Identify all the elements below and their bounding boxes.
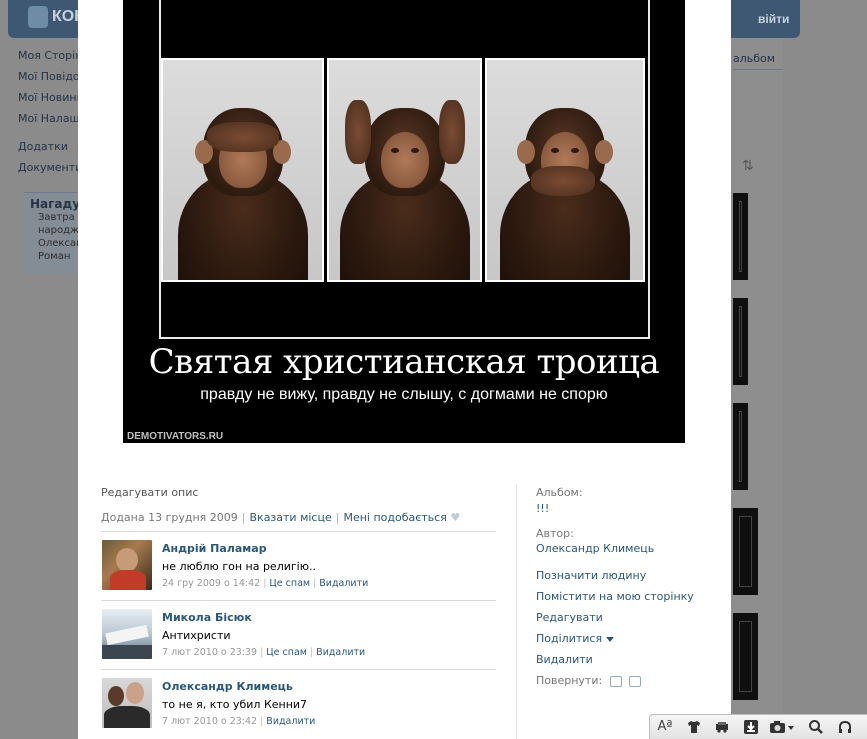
comment-item: Андрій Паламар не люблю гон на религію..… xyxy=(101,540,496,600)
put-on-my-page-link[interactable]: Помістити на мою сторінку xyxy=(536,590,694,603)
sort-arrows-icon[interactable]: ⇅ xyxy=(742,158,754,174)
reminder-title: Нагадування xyxy=(30,197,78,211)
share-label: Поділитися xyxy=(536,632,603,645)
avatar[interactable] xyxy=(102,540,152,590)
comment-item: Микола Бісюк Антихристи 7 лют 2010 о 23:… xyxy=(101,609,496,669)
tag-person-link[interactable]: Позначити людину xyxy=(536,569,646,582)
report-spam-link[interactable]: Це спам xyxy=(269,578,310,589)
author-link[interactable]: Олександр Климець xyxy=(536,542,716,555)
chimp-panel-speak-no-evil xyxy=(485,58,645,282)
shirt-icon[interactable] xyxy=(686,719,702,735)
album-thumbnail[interactable] xyxy=(731,613,758,700)
comment-meta: 24 гру 2009 о 14:42 | Це спам | Видалити xyxy=(162,578,369,589)
album-thumbnail[interactable] xyxy=(731,193,748,280)
menu-item-my-page[interactable]: Моя Сторінка xyxy=(18,48,78,69)
search-icon[interactable] xyxy=(808,719,824,735)
show-place-link[interactable]: Вказати місце xyxy=(250,511,332,524)
download-icon[interactable] xyxy=(743,719,759,735)
report-spam-link[interactable]: Це спам xyxy=(266,647,307,658)
poster-watermark: DEMOTIVATORS.RU xyxy=(127,431,224,442)
comment-text: то не я, кто убил Кенни7 xyxy=(162,698,308,711)
divider xyxy=(101,600,496,601)
camera-icon[interactable] xyxy=(769,719,795,735)
reminder-line: Завтра xyxy=(38,212,75,223)
column-divider xyxy=(516,484,517,739)
delete-photo-link[interactable]: Видалити xyxy=(536,653,593,666)
avatar[interactable] xyxy=(102,609,152,659)
poster-title: Святая христианская троица xyxy=(148,342,660,382)
rotate-left-icon[interactable] xyxy=(609,675,622,687)
photo-sidebar: Альбом: !!! Автор: Олександр Климець Поз… xyxy=(536,486,716,687)
comment-author[interactable]: Микола Бісюк xyxy=(162,611,252,624)
photo-info-row: Додана 13 грудня 2009 | Вказати місце | Мені… xyxy=(101,511,461,524)
album-thumbnail[interactable] xyxy=(731,298,748,385)
menu-item-apps[interactable]: Додатки xyxy=(18,139,78,160)
divider xyxy=(101,669,496,670)
poster-subtitle: правду не вижу, правду не слышу, с догма… xyxy=(200,386,608,403)
reminder-box: Нагадування Завтра народження Олександр … xyxy=(24,192,78,274)
login-link[interactable]: війти xyxy=(758,12,789,26)
menu-item-my-settings[interactable]: Мої Налаштування xyxy=(18,111,78,132)
divider xyxy=(101,531,496,532)
author-label: Автор: xyxy=(536,527,574,540)
added-date: Додана 13 грудня 2009 xyxy=(101,511,238,524)
chimp-panel-hear-no-evil xyxy=(327,58,482,282)
comment-meta: 7 лют 2010 о 23:39 | Це спам | Видалити xyxy=(162,647,366,658)
album-label: Альбом: xyxy=(536,486,583,499)
menu-item-my-news[interactable]: Мої Новини xyxy=(18,90,78,111)
delete-comment-link[interactable]: Видалити xyxy=(266,716,315,727)
rotate-row: Повернути: xyxy=(536,674,642,687)
comment-meta: 7 лют 2010 о 23:42 | Видалити xyxy=(162,716,316,727)
album-value-link[interactable]: !!! xyxy=(536,502,716,515)
album-link[interactable]: альбом xyxy=(733,52,783,70)
album-thumbnail[interactable] xyxy=(731,508,758,595)
comment-date: 7 лют 2010 о 23:39 xyxy=(162,647,258,658)
edit-photo-link[interactable]: Редагувати xyxy=(536,611,603,624)
share-link[interactable]: Поділитися xyxy=(536,632,615,645)
headphones-icon[interactable] xyxy=(837,719,853,735)
rotate-right-icon[interactable] xyxy=(629,675,642,687)
comment-date: 7 лют 2010 о 23:42 xyxy=(162,716,258,727)
comment-date: 24 гру 2009 о 14:42 xyxy=(162,578,261,589)
like-link[interactable]: Мені подобається xyxy=(343,511,446,524)
comment-item: Олександр Климець то не я, кто убил Кенн… xyxy=(101,678,496,738)
car-icon[interactable] xyxy=(714,719,730,735)
reminder-line: Роман xyxy=(38,251,71,262)
album-thumbnail[interactable] xyxy=(731,403,748,490)
comment-text: не люблю гон на религію.. xyxy=(162,560,316,573)
reminder-line: Олександр xyxy=(38,238,78,249)
reminder-line: народження xyxy=(38,225,78,236)
logo-mark-icon xyxy=(28,6,48,28)
avatar[interactable] xyxy=(102,678,152,728)
chimp-panel-see-no-evil xyxy=(161,58,324,282)
heart-icon[interactable]: ♥ xyxy=(450,511,460,524)
rotate-label: Повернути: xyxy=(536,674,603,687)
menu-item-my-messages[interactable]: Мої Повідомлення xyxy=(18,69,78,90)
delete-comment-link[interactable]: Видалити xyxy=(316,647,365,658)
comment-author[interactable]: Андрій Паламар xyxy=(162,542,267,555)
left-menu: Моя Сторінка Мої Повідомлення Мої Новини… xyxy=(18,48,78,181)
photo-image[interactable]: Святая христианская троица правду не виж… xyxy=(123,0,685,443)
delete-comment-link[interactable]: Видалити xyxy=(319,578,368,589)
edit-description-link[interactable]: Редагувати опис xyxy=(101,486,198,499)
chevron-down-icon xyxy=(606,636,615,642)
comment-text: Антихристи xyxy=(162,629,231,642)
font-size-icon[interactable]: Aª xyxy=(657,719,673,735)
addon-toolbar: Aª xyxy=(649,714,867,739)
menu-item-documents[interactable]: Документи xyxy=(18,160,78,181)
comment-author[interactable]: Олександр Климець xyxy=(162,680,293,693)
photo-viewer: Святая христианская троица правду не виж… xyxy=(78,0,731,739)
